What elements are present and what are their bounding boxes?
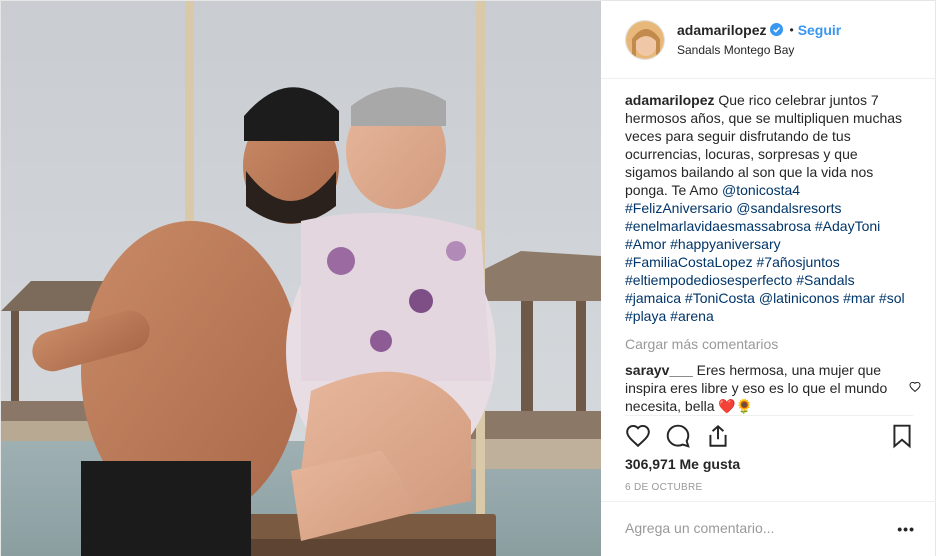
mention-link[interactable]: @latiniconos [759,290,839,306]
follow-button[interactable]: Seguir [798,21,842,39]
caption-username[interactable]: adamarilopez [625,92,714,108]
comment-icon[interactable] [665,423,691,449]
divider [601,501,936,502]
caption: adamarilopez Que rico celebrar juntos 7 … [625,91,905,325]
verified-badge-icon [770,23,784,36]
post-photo[interactable] [1,1,601,556]
add-comment-bar: ••• [625,513,915,543]
location-link[interactable]: Sandals Montego Bay [677,41,841,59]
hashtag-link[interactable]: #arena [670,308,714,324]
mention-link[interactable]: @sandalsresorts [736,200,841,216]
likes-count[interactable]: 306,971 Me gusta [625,456,740,472]
divider [625,415,913,416]
beach-couple-photo [1,1,601,556]
load-more-comments-button[interactable]: Cargar más comentarios [625,335,905,353]
comment-item: sarayv___ Eres hermosa, una mujer que in… [625,361,921,415]
hashtag-link[interactable]: #enelmarlavidaesmassabrosa [625,218,811,234]
hashtag-link[interactable]: #FamiliaCostaLopez [625,254,753,270]
hashtag-link[interactable]: #happyaniversary [670,236,781,252]
heart-outline-icon[interactable] [909,381,921,393]
user-row: adamarilopez • Seguir [677,21,841,39]
action-bar [625,421,915,453]
comment-emoji: ❤️🌻 [718,398,754,414]
post-side-panel: adamarilopez • Seguir Sandals Montego Ba… [601,1,936,556]
comment-input[interactable] [625,520,885,536]
comments-section: adamarilopez Que rico celebrar juntos 7 … [625,91,921,415]
header-text: adamarilopez • Seguir Sandals Montego Ba… [677,21,841,59]
separator-dot: • [789,22,794,37]
avatar-image [626,20,664,59]
heart-icon[interactable] [625,423,651,449]
hashtag-link[interactable]: #Sandals [796,272,854,288]
post-header: adamarilopez • Seguir Sandals Montego Ba… [601,1,936,79]
hashtag-link[interactable]: #eltiempodediosesperfecto [625,272,792,288]
post-date[interactable]: 6 DE OCTUBRE [625,482,703,493]
hashtag-link[interactable]: #sol [879,290,905,306]
hashtag-link[interactable]: #Amor [625,236,666,252]
hashtag-link[interactable]: #ToniCosta [685,290,755,306]
hashtag-link[interactable]: #mar [843,290,875,306]
mention-link[interactable]: @tonicosta4 [722,182,800,198]
hashtag-link[interactable]: #7añosjuntos [757,254,840,270]
comment-username[interactable]: sarayv___ [625,362,693,378]
hashtag-link[interactable]: #playa [625,308,666,324]
hashtag-link[interactable]: #FelizAniversario [625,200,732,216]
hashtag-link[interactable]: #AdayToni [815,218,880,234]
avatar[interactable] [625,19,665,60]
share-icon[interactable] [705,423,731,449]
instagram-post: adamarilopez • Seguir Sandals Montego Ba… [0,0,936,556]
username-link[interactable]: adamarilopez [677,21,766,39]
hashtag-link[interactable]: #jamaica [625,290,681,306]
bookmark-icon[interactable] [889,423,915,449]
more-options-icon[interactable]: ••• [897,521,915,537]
